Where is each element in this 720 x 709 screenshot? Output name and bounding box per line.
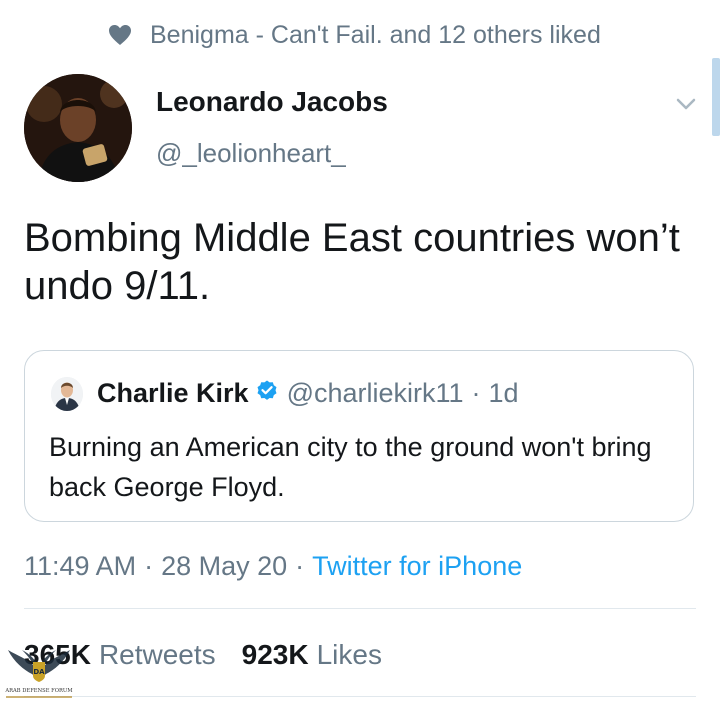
likes-count: 923K: [241, 639, 309, 670]
social-context[interactable]: Benigma - Can't Fail. and 12 others like…: [108, 18, 601, 52]
meta-separator-2: ·: [295, 550, 305, 581]
retweets-label: Retweets: [98, 639, 216, 670]
tweet-time[interactable]: 11:49 AM: [24, 551, 136, 582]
chevron-down-icon[interactable]: [672, 90, 700, 118]
quoted-tweet-text: Burning an American city to the ground w…: [49, 432, 652, 502]
quoted-tweet-header: Charlie Kirk @charliekirk11 · 1d: [97, 375, 519, 411]
author-handle[interactable]: @_leolionheart_: [156, 138, 346, 169]
quoted-tweet-card[interactable]: Charlie Kirk @charliekirk11 · 1d Burning…: [24, 350, 694, 522]
tweet-stats: 365K Retweets 923K Likes: [24, 634, 408, 676]
watermark-badge: DA: [33, 668, 45, 676]
quoted-author-avatar: [51, 377, 83, 411]
quoted-author-handle: @charliekirk11: [286, 377, 464, 408]
author-avatar[interactable]: [24, 74, 132, 182]
social-context-text: Benigma - Can't Fail. and 12 others like…: [150, 20, 601, 49]
tweet-source-link[interactable]: Twitter for iPhone: [312, 551, 522, 582]
heart-icon: [108, 24, 132, 46]
tweet-meta: 11:49 AM · 28 May 20 · Twitter for iPhon…: [24, 546, 522, 586]
tweet-date[interactable]: 28 May 20: [161, 551, 287, 582]
watermark-line1: ARAB DEFENSE FORUM: [4, 688, 73, 694]
quoted-separator: ·: [471, 377, 481, 408]
likes-label: Likes: [316, 639, 382, 670]
divider: [24, 608, 696, 609]
author-name[interactable]: Leonardo Jacobs: [156, 86, 388, 118]
likes-stat[interactable]: 923K Likes: [242, 639, 382, 671]
meta-separator: ·: [144, 550, 154, 581]
quoted-author-name: Charlie Kirk: [97, 377, 249, 408]
tweet-text: Bombing Middle East countries won’t undo…: [24, 216, 680, 308]
verified-badge-icon: [255, 378, 279, 409]
forum-watermark-logo: DA ARAB DEFENSE FORUM: [0, 640, 78, 704]
quoted-timestamp: 1d: [488, 377, 519, 408]
scroll-indicator[interactable]: [712, 58, 720, 136]
divider-bottom: [24, 696, 696, 697]
